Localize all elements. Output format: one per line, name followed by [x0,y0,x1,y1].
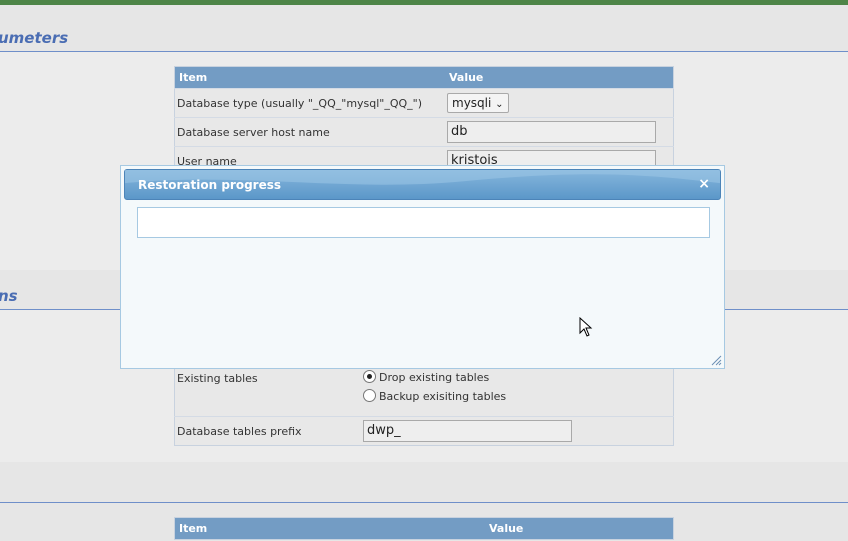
dialog-title: Restoration progress [138,178,282,192]
mouse-cursor-icon [579,317,593,337]
restoration-progress-dialog: Restoration progress × [120,165,725,369]
resize-grip-icon[interactable] [711,355,722,366]
close-icon[interactable]: × [698,176,710,192]
restoration-progress-bar [137,207,710,238]
modal-overlay: Restoration progress × [0,0,848,541]
dialog-titlebar[interactable]: Restoration progress × [124,169,721,200]
